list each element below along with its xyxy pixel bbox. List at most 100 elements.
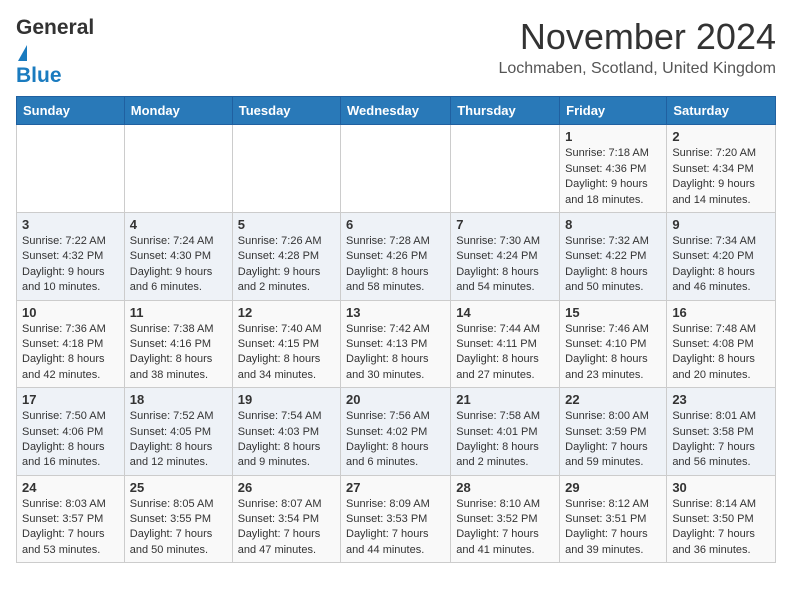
- day-cell: 3 Sunrise: 7:22 AM Sunset: 4:32 PM Daylig…: [17, 212, 125, 300]
- day-cell: 1 Sunrise: 7:18 AM Sunset: 4:36 PM Daylig…: [560, 125, 667, 213]
- day-number: 27: [346, 480, 445, 495]
- day-cell: 28 Sunrise: 8:10 AM Sunset: 3:52 PM Dayli…: [451, 475, 560, 563]
- day-cell: 29Sunrise: 8:12 AM Sunset: 3:51 PM Dayli…: [560, 475, 667, 563]
- day-info: Sunrise: 8:14 AM Sunset: 3:50 PM Dayligh…: [672, 497, 770, 559]
- day-cell: 4 Sunrise: 7:24 AM Sunset: 4:30 PM Daylig…: [124, 212, 232, 300]
- logo: General Blue: [16, 16, 106, 88]
- day-info: Sunrise: 7:34 AM Sunset: 4:20 PM Dayligh…: [672, 234, 770, 296]
- day-number: 13: [346, 305, 445, 320]
- day-info: Sunrise: 7:44 AM Sunset: 4:11 PM Dayligh…: [456, 322, 554, 384]
- day-info: Sunrise: 7:18 AM Sunset: 4:36 PM Dayligh…: [565, 146, 661, 208]
- day-number: 6: [346, 217, 445, 232]
- day-cell: 26 Sunrise: 8:07 AM Sunset: 3:54 PM Dayli…: [232, 475, 340, 563]
- day-info: Sunrise: 8:03 AM Sunset: 3:57 PM Dayligh…: [22, 497, 119, 559]
- day-cell: 13 Sunrise: 7:42 AM Sunset: 4:13 PM Dayli…: [341, 300, 451, 388]
- day-cell: 14 Sunrise: 7:44 AM Sunset: 4:11 PM Dayli…: [451, 300, 560, 388]
- day-number: 18: [130, 392, 227, 407]
- weekday-header-sunday: Sunday: [17, 97, 125, 125]
- day-number: 19: [238, 392, 335, 407]
- day-number: 9: [672, 217, 770, 232]
- day-number: 26: [238, 480, 335, 495]
- day-number: 14: [456, 305, 554, 320]
- day-info: Sunrise: 7:28 AM Sunset: 4:26 PM Dayligh…: [346, 234, 445, 296]
- day-cell: 23 Sunrise: 8:01 AM Sunset: 3:58 PM Dayli…: [667, 388, 776, 476]
- day-info: Sunrise: 7:20 AM Sunset: 4:34 PM Dayligh…: [672, 146, 770, 208]
- day-number: 25: [130, 480, 227, 495]
- day-info: Sunrise: 7:30 AM Sunset: 4:24 PM Dayligh…: [456, 234, 554, 296]
- day-cell: 6 Sunrise: 7:28 AM Sunset: 4:26 PM Daylig…: [341, 212, 451, 300]
- day-cell: [17, 125, 125, 213]
- day-number: 17: [22, 392, 119, 407]
- day-cell: 25 Sunrise: 8:05 AM Sunset: 3:55 PM Dayli…: [124, 475, 232, 563]
- day-info: Sunrise: 7:24 AM Sunset: 4:30 PM Dayligh…: [130, 234, 227, 296]
- day-number: 24: [22, 480, 119, 495]
- day-cell: [341, 125, 451, 213]
- day-info: Sunrise: 7:50 AM Sunset: 4:06 PM Dayligh…: [22, 409, 119, 471]
- week-row-2: 3 Sunrise: 7:22 AM Sunset: 4:32 PM Daylig…: [17, 212, 776, 300]
- day-number: 4: [130, 217, 227, 232]
- day-number: 1: [565, 129, 661, 144]
- page-header: General Blue November 2024 Lochmaben, Sc…: [16, 16, 776, 88]
- week-row-3: 10 Sunrise: 7:36 AM Sunset: 4:18 PM Dayli…: [17, 300, 776, 388]
- day-info: Sunrise: 7:46 AM Sunset: 4:10 PM Dayligh…: [565, 322, 661, 384]
- location-title: Lochmaben, Scotland, United Kingdom: [498, 60, 776, 78]
- day-cell: [124, 125, 232, 213]
- day-info: Sunrise: 7:42 AM Sunset: 4:13 PM Dayligh…: [346, 322, 445, 384]
- day-cell: [232, 125, 340, 213]
- day-info: Sunrise: 7:36 AM Sunset: 4:18 PM Dayligh…: [22, 322, 119, 384]
- day-number: 8: [565, 217, 661, 232]
- day-number: 28: [456, 480, 554, 495]
- day-info: Sunrise: 7:58 AM Sunset: 4:01 PM Dayligh…: [456, 409, 554, 471]
- day-cell: 20 Sunrise: 7:56 AM Sunset: 4:02 PM Dayli…: [341, 388, 451, 476]
- day-number: 7: [456, 217, 554, 232]
- weekday-header-thursday: Thursday: [451, 97, 560, 125]
- week-row-1: 1 Sunrise: 7:18 AM Sunset: 4:36 PM Daylig…: [17, 125, 776, 213]
- day-number: 21: [456, 392, 554, 407]
- day-info: Sunrise: 8:07 AM Sunset: 3:54 PM Dayligh…: [238, 497, 335, 559]
- day-number: 12: [238, 305, 335, 320]
- day-number: 10: [22, 305, 119, 320]
- day-info: Sunrise: 7:22 AM Sunset: 4:32 PM Dayligh…: [22, 234, 119, 296]
- day-cell: 7 Sunrise: 7:30 AM Sunset: 4:24 PM Daylig…: [451, 212, 560, 300]
- weekday-header-wednesday: Wednesday: [341, 97, 451, 125]
- day-info: Sunrise: 7:26 AM Sunset: 4:28 PM Dayligh…: [238, 234, 335, 296]
- week-row-5: 24 Sunrise: 8:03 AM Sunset: 3:57 PM Dayli…: [17, 475, 776, 563]
- day-number: 22: [565, 392, 661, 407]
- calendar-table: SundayMondayTuesdayWednesdayThursdayFrid…: [16, 96, 776, 563]
- day-number: 15: [565, 305, 661, 320]
- day-info: Sunrise: 7:40 AM Sunset: 4:15 PM Dayligh…: [238, 322, 335, 384]
- day-cell: 19 Sunrise: 7:54 AM Sunset: 4:03 PM Dayli…: [232, 388, 340, 476]
- weekday-header-tuesday: Tuesday: [232, 97, 340, 125]
- day-info: Sunrise: 7:52 AM Sunset: 4:05 PM Dayligh…: [130, 409, 227, 471]
- day-cell: 11Sunrise: 7:38 AM Sunset: 4:16 PM Dayli…: [124, 300, 232, 388]
- day-number: 23: [672, 392, 770, 407]
- day-number: 11: [130, 305, 227, 320]
- day-info: Sunrise: 8:05 AM Sunset: 3:55 PM Dayligh…: [130, 497, 227, 559]
- day-cell: 16 Sunrise: 7:48 AM Sunset: 4:08 PM Dayli…: [667, 300, 776, 388]
- weekday-header-friday: Friday: [560, 97, 667, 125]
- day-info: Sunrise: 8:10 AM Sunset: 3:52 PM Dayligh…: [456, 497, 554, 559]
- day-info: Sunrise: 8:12 AM Sunset: 3:51 PM Dayligh…: [565, 497, 661, 559]
- day-info: Sunrise: 8:00 AM Sunset: 3:59 PM Dayligh…: [565, 409, 661, 471]
- day-cell: 24 Sunrise: 8:03 AM Sunset: 3:57 PM Dayli…: [17, 475, 125, 563]
- weekday-header-monday: Monday: [124, 97, 232, 125]
- day-info: Sunrise: 8:01 AM Sunset: 3:58 PM Dayligh…: [672, 409, 770, 471]
- day-number: 16: [672, 305, 770, 320]
- day-info: Sunrise: 7:56 AM Sunset: 4:02 PM Dayligh…: [346, 409, 445, 471]
- day-info: Sunrise: 7:32 AM Sunset: 4:22 PM Dayligh…: [565, 234, 661, 296]
- week-row-4: 17 Sunrise: 7:50 AM Sunset: 4:06 PM Dayli…: [17, 388, 776, 476]
- day-cell: 8 Sunrise: 7:32 AM Sunset: 4:22 PM Daylig…: [560, 212, 667, 300]
- logo-line1: General: [16, 16, 106, 64]
- weekday-header-saturday: Saturday: [667, 97, 776, 125]
- day-cell: 2Sunrise: 7:20 AM Sunset: 4:34 PM Daylig…: [667, 125, 776, 213]
- day-info: Sunrise: 7:54 AM Sunset: 4:03 PM Dayligh…: [238, 409, 335, 471]
- day-number: 20: [346, 392, 445, 407]
- day-cell: 21 Sunrise: 7:58 AM Sunset: 4:01 PM Dayli…: [451, 388, 560, 476]
- day-info: Sunrise: 7:48 AM Sunset: 4:08 PM Dayligh…: [672, 322, 770, 384]
- day-cell: 15 Sunrise: 7:46 AM Sunset: 4:10 PM Dayli…: [560, 300, 667, 388]
- day-number: 3: [22, 217, 119, 232]
- day-cell: 27 Sunrise: 8:09 AM Sunset: 3:53 PM Dayli…: [341, 475, 451, 563]
- day-cell: 10 Sunrise: 7:36 AM Sunset: 4:18 PM Dayli…: [17, 300, 125, 388]
- day-cell: 18 Sunrise: 7:52 AM Sunset: 4:05 PM Dayli…: [124, 388, 232, 476]
- day-info: Sunrise: 8:09 AM Sunset: 3:53 PM Dayligh…: [346, 497, 445, 559]
